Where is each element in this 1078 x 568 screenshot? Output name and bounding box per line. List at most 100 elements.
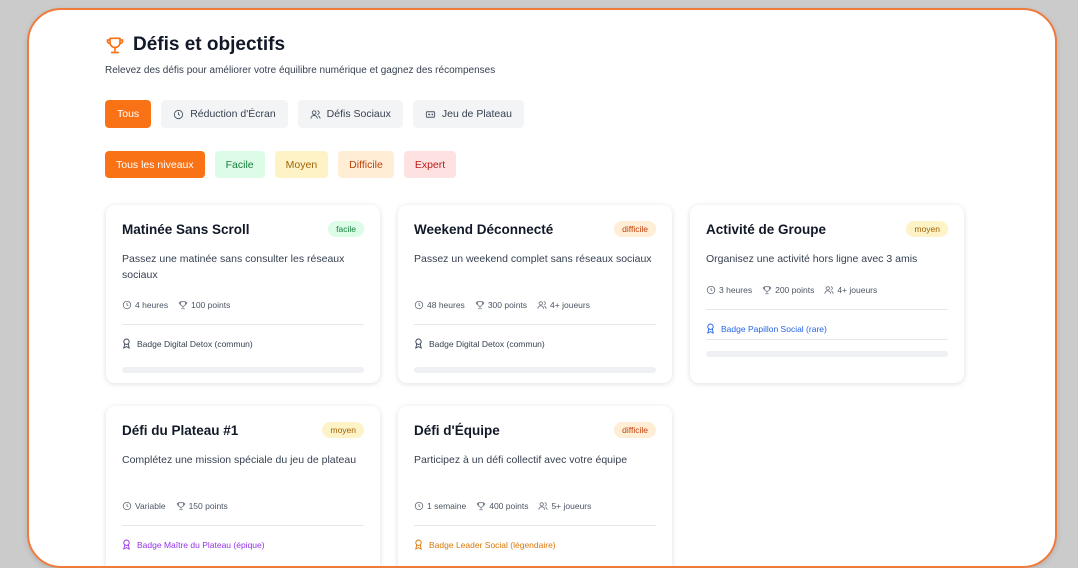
clock-icon [122,501,132,511]
challenge-card[interactable]: Matinée Sans Scroll facile Passez une ma… [106,205,380,383]
trophy-icon [475,301,485,310]
users-icon [538,502,549,510]
award-icon [415,338,422,349]
card-meta: 1 semaine 400 points 5+ joueurs [414,501,656,511]
progress-bar [122,367,364,373]
trophy-icon [176,502,185,511]
card-meta: 3 heures 200 points 4+ joueurs [706,285,948,295]
difficulty-badge: difficile [614,221,656,237]
card-meta: 4 heures 100 points [122,300,364,310]
challenge-card[interactable]: Défi d'Équipe difficile Participez à un … [398,406,672,566]
award-icon [123,539,130,550]
page-subtitle: Relevez des défis pour améliorer votre é… [105,65,496,76]
players: 4+ joueurs [537,300,590,310]
players-value: 4+ joueurs [550,300,590,310]
level-filters: Tous les niveaux Facile Moyen Difficile … [105,151,457,178]
duration: 3 heures [706,285,752,295]
award-icon [415,539,422,550]
points: 100 points [178,300,230,310]
users-icon [310,109,321,119]
tab-social-challenges[interactable]: Défis Sociaux [297,100,403,128]
reward-label: Badge Leader Social (légendaire) [429,539,556,550]
clock-icon [414,501,424,511]
divider [706,309,948,310]
award-icon [707,323,714,334]
duration-value: 1 semaine [427,501,467,511]
progress-bar [706,351,948,357]
duration-value: Variable [135,501,166,511]
level-filter-expert[interactable]: Expert [403,151,457,178]
duration: 4 heures [122,300,168,310]
card-title: Défi du Plateau #1 [122,422,239,438]
players-value: 5+ joueurs [551,501,592,511]
divider [122,525,364,526]
board-icon [425,110,435,118]
reward-label: Badge Papillon Social (rare) [721,323,827,334]
players-value: 4+ joueurs [837,285,878,295]
points-value: 150 points [188,501,228,511]
card-meta: Variable 150 points [122,501,364,511]
tab-all[interactable]: Tous [105,100,152,128]
reward: Badge Digital Detox (commun) [414,338,656,349]
duration: 1 semaine [414,501,466,511]
reward-label: Badge Digital Detox (commun) [137,338,253,349]
level-filter-medium[interactable]: Moyen [274,151,329,178]
card-header: Défi du Plateau #1 moyen [122,422,364,438]
divider [122,324,364,325]
trophy-icon [178,301,188,310]
trophy-icon [476,502,486,511]
challenge-card[interactable]: Défi du Plateau #1 moyen Complétez une m… [106,406,380,566]
level-filter-all[interactable]: Tous les niveaux [105,151,205,178]
reward-label: Badge Digital Detox (commun) [429,338,545,349]
divider [414,525,656,526]
points: 300 points [475,300,527,310]
duration-value: 48 heures [427,300,465,310]
level-filter-easy[interactable]: Facile [214,151,265,178]
card-title: Défi d'Équipe [414,422,500,438]
difficulty-badge: difficile [614,422,656,438]
points-value: 200 points [775,285,815,295]
users-icon [537,301,547,309]
card-title: Weekend Déconnecté [414,221,554,237]
reward: Badge Leader Social (légendaire) [414,539,656,550]
users-icon [824,286,834,294]
card-header: Weekend Déconnecté difficile [414,221,656,237]
duration-value: 3 heures [719,285,753,295]
level-filter-hard[interactable]: Difficile [338,151,394,178]
reward: Badge Papillon Social (rare) [706,323,948,334]
players: 5+ joueurs [538,501,591,511]
trophy-icon [106,37,124,54]
challenge-card[interactable]: Activité de Groupe moyen Organisez une a… [690,205,964,383]
card-header: Matinée Sans Scroll facile [122,221,364,237]
app-window: Défis et objectifs Relevez des défis pou… [27,8,1057,568]
players: 4+ joueurs [824,285,877,295]
page-title: Défis et objectifs [133,34,286,55]
points-value: 400 points [489,501,529,511]
clock-icon [174,109,184,119]
tab-label: Réduction d'Écran [190,108,276,120]
card-description: Passez un weekend complet sans réseaux s… [414,253,652,265]
card-title: Activité de Groupe [706,221,827,237]
clock-icon [414,300,424,310]
difficulty-badge: moyen [322,422,364,438]
clock-icon [706,285,716,295]
tab-screen-reduction[interactable]: Réduction d'Écran [161,100,288,128]
card-description: Complétez une mission spéciale du jeu de… [122,454,357,466]
clock-icon [122,300,132,310]
tab-label: Tous [117,108,140,120]
trophy-icon [762,286,772,295]
difficulty-badge: moyen [906,221,948,237]
tab-label: Défis Sociaux [326,108,391,120]
page-header: Défis et objectifs [105,34,285,56]
card-description: Organisez une activité hors ligne avec 3… [706,253,918,265]
reward-label: Badge Maître du Plateau (épique) [137,539,265,550]
progress-bar [414,367,656,373]
duration: 48 heures [414,300,465,310]
points-value: 100 points [191,300,231,310]
difficulty-badge: facile [328,221,364,237]
card-description: Passez une matinée sans consulter les ré… [122,253,345,281]
challenge-card[interactable]: Weekend Déconnecté difficile Passez un w… [398,205,672,383]
tab-board-game[interactable]: Jeu de Plateau [412,100,524,128]
points: 200 points [762,285,814,295]
award-icon [123,338,130,349]
